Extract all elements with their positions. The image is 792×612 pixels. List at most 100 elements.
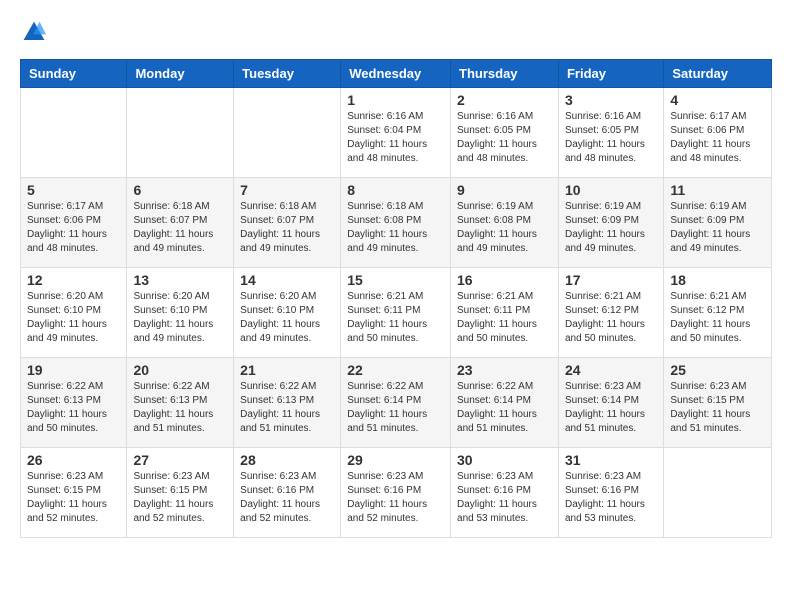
calendar-cell: 27 Sunrise: 6:23 AM Sunset: 6:15 PM Dayli… [127, 448, 234, 538]
calendar-cell: 11 Sunrise: 6:19 AM Sunset: 6:09 PM Dayli… [664, 178, 772, 268]
day-info: Sunrise: 6:18 AM Sunset: 6:08 PM Dayligh… [347, 200, 444, 256]
day-number: 10 [565, 182, 657, 198]
day-info: Sunrise: 6:16 AM Sunset: 6:05 PM Dayligh… [457, 110, 552, 166]
calendar-cell [21, 88, 127, 178]
day-info: Sunrise: 6:19 AM Sunset: 6:09 PM Dayligh… [670, 200, 765, 256]
logo [20, 20, 46, 49]
calendar-cell: 20 Sunrise: 6:22 AM Sunset: 6:13 PM Dayli… [127, 358, 234, 448]
calendar-cell: 26 Sunrise: 6:23 AM Sunset: 6:15 PM Dayli… [21, 448, 127, 538]
day-info: Sunrise: 6:23 AM Sunset: 6:15 PM Dayligh… [670, 380, 765, 436]
day-info: Sunrise: 6:18 AM Sunset: 6:07 PM Dayligh… [133, 200, 227, 256]
calendar-cell: 10 Sunrise: 6:19 AM Sunset: 6:09 PM Dayli… [558, 178, 663, 268]
calendar-cell: 15Sunrise: 6:21 AM Sunset: 6:11 PM Dayli… [341, 268, 451, 358]
day-info: Sunrise: 6:16 AM Sunset: 6:04 PM Dayligh… [347, 110, 444, 166]
day-number: 16 [457, 272, 552, 288]
calendar-cell [234, 88, 341, 178]
day-number: 27 [133, 452, 227, 468]
calendar-cell: 29Sunrise: 6:23 AM Sunset: 6:16 PM Dayli… [341, 448, 451, 538]
day-info: Sunrise: 6:23 AM Sunset: 6:16 PM Dayligh… [240, 470, 334, 526]
calendar-week-row: 12 Sunrise: 6:20 AM Sunset: 6:10 PM Dayli… [21, 268, 772, 358]
day-number: 17 [565, 272, 657, 288]
calendar-table: SundayMondayTuesdayWednesdayThursdayFrid… [20, 59, 772, 538]
calendar-cell: 4 Sunrise: 6:17 AM Sunset: 6:06 PM Daylig… [664, 88, 772, 178]
day-number: 19 [27, 362, 120, 378]
day-info: Sunrise: 6:22 AM Sunset: 6:13 PM Dayligh… [27, 380, 120, 436]
day-info: Sunrise: 6:17 AM Sunset: 6:06 PM Dayligh… [670, 110, 765, 166]
day-number: 22 [347, 362, 444, 378]
day-info: Sunrise: 6:23 AM Sunset: 6:16 PM Dayligh… [565, 470, 657, 526]
calendar-cell: 12 Sunrise: 6:20 AM Sunset: 6:10 PM Dayli… [21, 268, 127, 358]
day-number: 31 [565, 452, 657, 468]
day-number: 18 [670, 272, 765, 288]
day-info: Sunrise: 6:20 AM Sunset: 6:10 PM Dayligh… [27, 290, 120, 346]
day-info: Sunrise: 6:17 AM Sunset: 6:06 PM Dayligh… [27, 200, 120, 256]
day-info: Sunrise: 6:23 AM Sunset: 6:15 PM Dayligh… [133, 470, 227, 526]
calendar-cell: 31 Sunrise: 6:23 AM Sunset: 6:16 PM Dayli… [558, 448, 663, 538]
calendar-cell [664, 448, 772, 538]
day-number: 9 [457, 182, 552, 198]
day-number: 21 [240, 362, 334, 378]
weekday-header-monday: Monday [127, 60, 234, 88]
logo-icon [22, 20, 46, 44]
day-info: Sunrise: 6:20 AM Sunset: 6:10 PM Dayligh… [240, 290, 334, 346]
calendar-cell: 16 Sunrise: 6:21 AM Sunset: 6:11 PM Dayli… [451, 268, 559, 358]
page-container: SundayMondayTuesdayWednesdayThursdayFrid… [0, 0, 792, 548]
day-number: 14 [240, 272, 334, 288]
calendar-cell: 18 Sunrise: 6:21 AM Sunset: 6:12 PM Dayli… [664, 268, 772, 358]
calendar-week-row: 19 Sunrise: 6:22 AM Sunset: 6:13 PM Dayli… [21, 358, 772, 448]
weekday-header-row: SundayMondayTuesdayWednesdayThursdayFrid… [21, 60, 772, 88]
calendar-week-row: 5 Sunrise: 6:17 AM Sunset: 6:06 PM Daylig… [21, 178, 772, 268]
day-number: 6 [133, 182, 227, 198]
weekday-header-saturday: Saturday [664, 60, 772, 88]
day-info: Sunrise: 6:22 AM Sunset: 6:13 PM Dayligh… [133, 380, 227, 436]
day-number: 1 [347, 92, 444, 108]
weekday-header-friday: Friday [558, 60, 663, 88]
day-info: Sunrise: 6:23 AM Sunset: 6:14 PM Dayligh… [565, 380, 657, 436]
day-info: Sunrise: 6:21 AM Sunset: 6:11 PM Dayligh… [347, 290, 444, 346]
day-number: 5 [27, 182, 120, 198]
calendar-cell: 8Sunrise: 6:18 AM Sunset: 6:08 PM Daylig… [341, 178, 451, 268]
weekday-header-tuesday: Tuesday [234, 60, 341, 88]
day-info: Sunrise: 6:18 AM Sunset: 6:07 PM Dayligh… [240, 200, 334, 256]
calendar-cell: 6 Sunrise: 6:18 AM Sunset: 6:07 PM Daylig… [127, 178, 234, 268]
calendar-cell: 14 Sunrise: 6:20 AM Sunset: 6:10 PM Dayli… [234, 268, 341, 358]
day-info: Sunrise: 6:23 AM Sunset: 6:16 PM Dayligh… [347, 470, 444, 526]
day-info: Sunrise: 6:21 AM Sunset: 6:12 PM Dayligh… [670, 290, 765, 346]
calendar-cell: 7Sunrise: 6:18 AM Sunset: 6:07 PM Daylig… [234, 178, 341, 268]
calendar-cell [127, 88, 234, 178]
day-info: Sunrise: 6:23 AM Sunset: 6:15 PM Dayligh… [27, 470, 120, 526]
day-number: 25 [670, 362, 765, 378]
weekday-header-wednesday: Wednesday [341, 60, 451, 88]
day-number: 3 [565, 92, 657, 108]
calendar-cell: 24 Sunrise: 6:23 AM Sunset: 6:14 PM Dayli… [558, 358, 663, 448]
day-info: Sunrise: 6:21 AM Sunset: 6:11 PM Dayligh… [457, 290, 552, 346]
header [20, 20, 772, 49]
calendar-cell: 2 Sunrise: 6:16 AM Sunset: 6:05 PM Daylig… [451, 88, 559, 178]
day-info: Sunrise: 6:22 AM Sunset: 6:13 PM Dayligh… [240, 380, 334, 436]
calendar-week-row: 26 Sunrise: 6:23 AM Sunset: 6:15 PM Dayli… [21, 448, 772, 538]
day-number: 12 [27, 272, 120, 288]
calendar-cell: 21 Sunrise: 6:22 AM Sunset: 6:13 PM Dayli… [234, 358, 341, 448]
day-number: 13 [133, 272, 227, 288]
calendar-cell: 19 Sunrise: 6:22 AM Sunset: 6:13 PM Dayli… [21, 358, 127, 448]
weekday-header-thursday: Thursday [451, 60, 559, 88]
day-number: 2 [457, 92, 552, 108]
calendar-cell: 9Sunrise: 6:19 AM Sunset: 6:08 PM Daylig… [451, 178, 559, 268]
day-info: Sunrise: 6:20 AM Sunset: 6:10 PM Dayligh… [133, 290, 227, 346]
calendar-cell: 23Sunrise: 6:22 AM Sunset: 6:14 PM Dayli… [451, 358, 559, 448]
day-number: 26 [27, 452, 120, 468]
calendar-cell: 1 Sunrise: 6:16 AM Sunset: 6:04 PM Daylig… [341, 88, 451, 178]
day-number: 24 [565, 362, 657, 378]
calendar-cell: 13 Sunrise: 6:20 AM Sunset: 6:10 PM Dayli… [127, 268, 234, 358]
day-info: Sunrise: 6:22 AM Sunset: 6:14 PM Dayligh… [347, 380, 444, 436]
calendar-week-row: 1 Sunrise: 6:16 AM Sunset: 6:04 PM Daylig… [21, 88, 772, 178]
day-number: 20 [133, 362, 227, 378]
day-number: 4 [670, 92, 765, 108]
day-info: Sunrise: 6:19 AM Sunset: 6:09 PM Dayligh… [565, 200, 657, 256]
day-number: 23 [457, 362, 552, 378]
day-info: Sunrise: 6:23 AM Sunset: 6:16 PM Dayligh… [457, 470, 552, 526]
weekday-header-sunday: Sunday [21, 60, 127, 88]
day-number: 28 [240, 452, 334, 468]
day-number: 11 [670, 182, 765, 198]
day-info: Sunrise: 6:21 AM Sunset: 6:12 PM Dayligh… [565, 290, 657, 346]
